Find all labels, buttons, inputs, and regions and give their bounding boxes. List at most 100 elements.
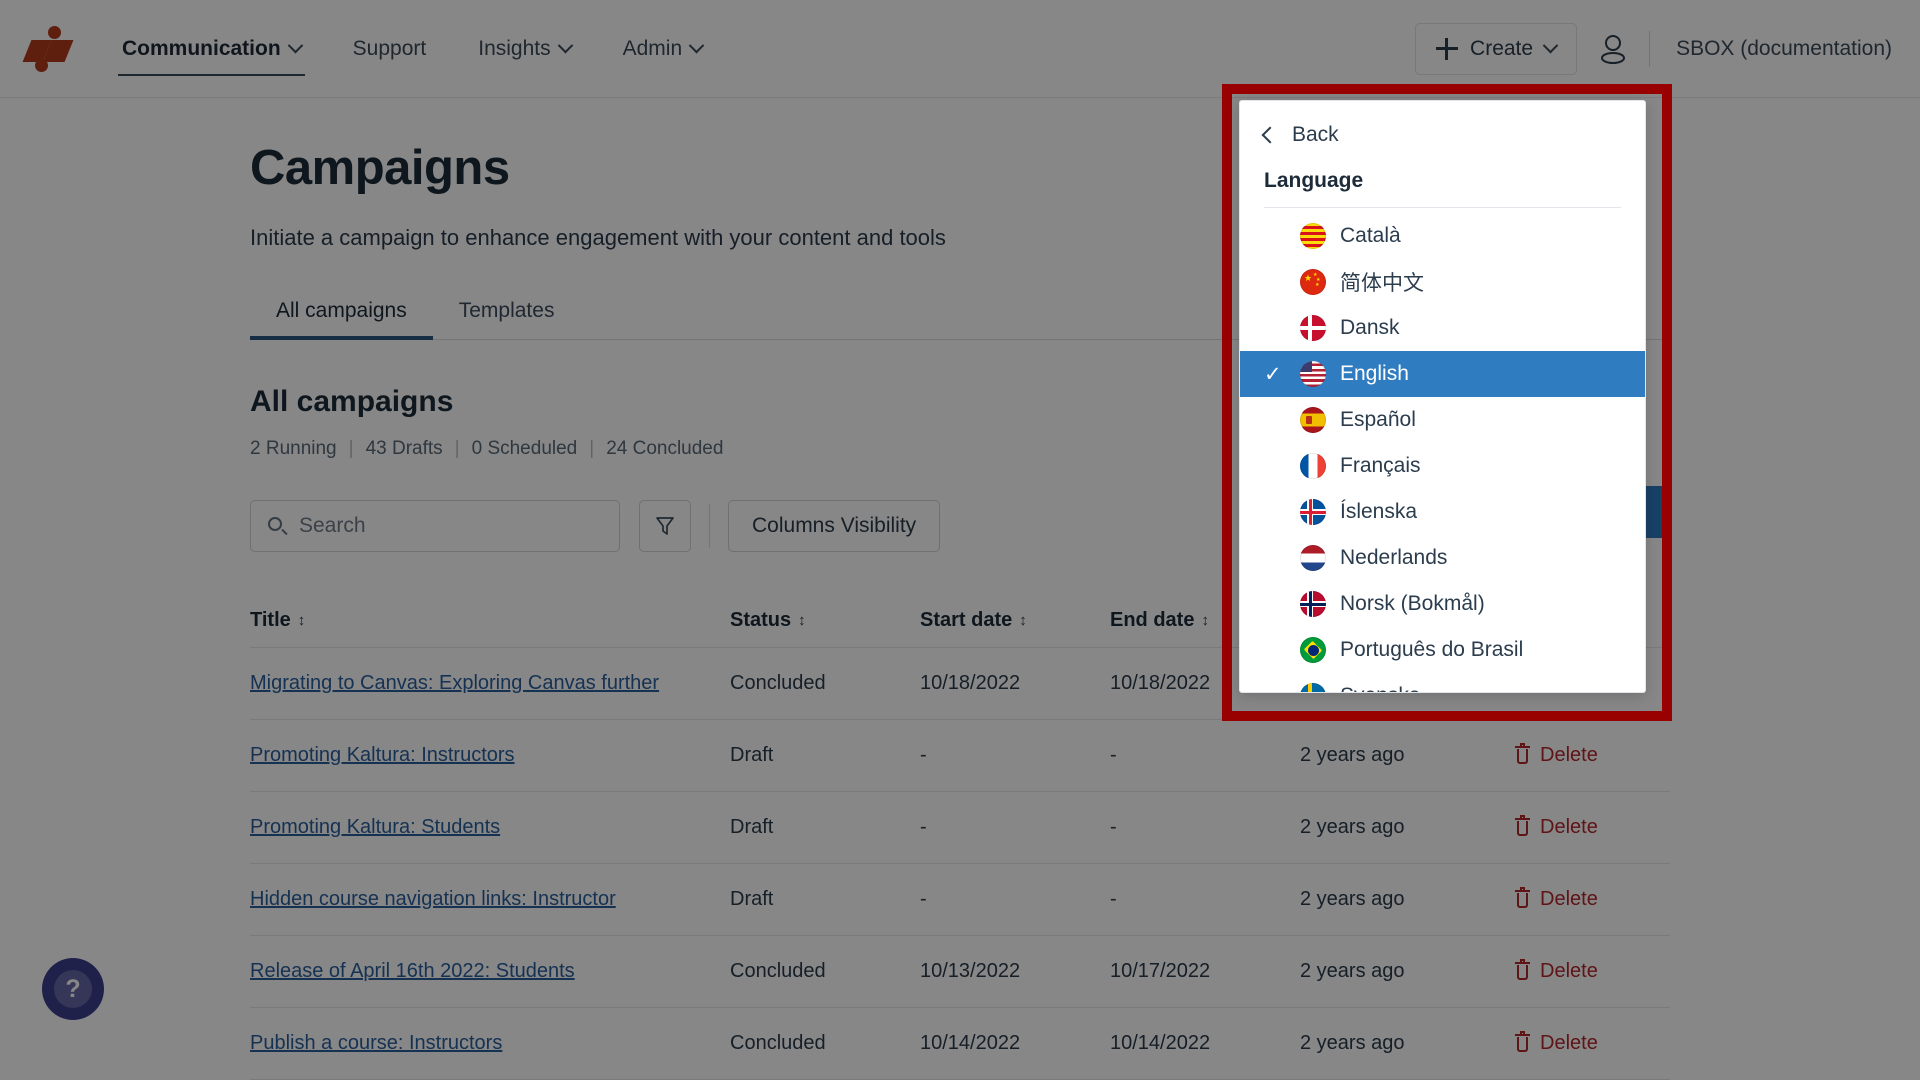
back-button[interactable]: Back bbox=[1240, 107, 1645, 163]
language-option-china[interactable]: ★ ★ ★ ★ 简体中文 bbox=[1240, 259, 1645, 305]
language-option-netherlands[interactable]: Nederlands bbox=[1240, 535, 1645, 581]
cell-end-date: - bbox=[1110, 744, 1117, 766]
cell-status: Draft bbox=[730, 816, 774, 838]
cell-actions: Delete bbox=[1515, 887, 1670, 911]
delete-button[interactable]: Delete bbox=[1515, 959, 1670, 983]
person-icon bbox=[1601, 34, 1626, 64]
language-option-label: Español bbox=[1340, 408, 1416, 431]
delete-button[interactable]: Delete bbox=[1515, 743, 1670, 767]
campaign-title-link[interactable]: Migrating to Canvas: Exploring Canvas fu… bbox=[250, 672, 659, 694]
count-separator: | bbox=[589, 438, 595, 459]
column-header-label: End date bbox=[1110, 609, 1195, 631]
language-option-label: Português do Brasil bbox=[1340, 638, 1524, 661]
trash-icon bbox=[1515, 1031, 1530, 1053]
status-count: 2 Running bbox=[250, 438, 337, 459]
sort-arrow-icon[interactable]: ↕ bbox=[1201, 613, 1209, 628]
campaign-title-link[interactable]: Hidden course navigation links: Instruct… bbox=[250, 888, 616, 910]
language-option-denmark[interactable]: Dansk bbox=[1240, 305, 1645, 351]
language-option-spain[interactable]: Español bbox=[1240, 397, 1645, 443]
cell-end-date: 10/14/2022 bbox=[1110, 1032, 1211, 1054]
search-field[interactable] bbox=[250, 500, 620, 552]
column-header-title[interactable]: Title ↕ bbox=[250, 609, 730, 632]
search-input[interactable] bbox=[299, 514, 602, 538]
trash-icon bbox=[1515, 959, 1530, 981]
search-icon bbox=[268, 516, 288, 536]
app-root: Communication Support Insights Admin Create… bbox=[0, 0, 1920, 1080]
table-row: Publish a course: Instructors Concluded 10… bbox=[250, 1008, 1670, 1080]
sort-arrow-icon[interactable]: ↕ bbox=[298, 613, 306, 628]
table-row: Release of April 16th 2022: Students Conc… bbox=[250, 936, 1670, 1008]
language-options-list: Català ★ ★ ★ ★ 简体中文 Dansk ✓ English Español França… bbox=[1240, 208, 1645, 692]
nav-item-label: Insights bbox=[478, 36, 551, 60]
cell-status: Draft bbox=[730, 744, 774, 766]
help-button[interactable]: ? bbox=[42, 958, 104, 1020]
column-header-label: Start date bbox=[920, 609, 1013, 631]
cell-title: Migrating to Canvas: Exploring Canvas fu… bbox=[250, 672, 730, 695]
cell-modified: 2 years ago bbox=[1300, 816, 1405, 838]
columns-visibility-button[interactable]: Columns Visibility bbox=[728, 500, 941, 552]
campaign-title-link[interactable]: Promoting Kaltura: Students bbox=[250, 816, 500, 838]
sort-arrow-icon[interactable]: ↕ bbox=[1019, 613, 1027, 628]
language-option-label: Nederlands bbox=[1340, 546, 1448, 569]
sort-arrow-icon[interactable]: ↕ bbox=[798, 613, 806, 628]
count-separator: | bbox=[454, 438, 460, 459]
campaign-title-link[interactable]: Publish a course: Instructors bbox=[250, 1032, 502, 1054]
trash-icon bbox=[1515, 743, 1530, 765]
language-option-france[interactable]: Français bbox=[1240, 443, 1645, 489]
delete-button-label: Delete bbox=[1540, 1032, 1598, 1054]
language-menu-popup: Back Language Català ★ ★ ★ ★ 简体中文 Dansk ✓ Englis… bbox=[1239, 100, 1646, 693]
nav-item-insights[interactable]: Insights bbox=[452, 0, 596, 98]
chevron-down-icon bbox=[1542, 37, 1559, 54]
nav-item-label: Admin bbox=[622, 36, 683, 60]
column-header-start-date[interactable]: Start date ↕ bbox=[920, 609, 1110, 632]
cell-actions: Delete bbox=[1515, 1031, 1670, 1055]
language-option-label: Svenska bbox=[1340, 684, 1421, 692]
cell-title: Promoting Kaltura: Instructors bbox=[250, 744, 730, 767]
delete-button[interactable]: Delete bbox=[1515, 1031, 1670, 1055]
delete-button[interactable]: Delete bbox=[1515, 815, 1670, 839]
cell-end-date: - bbox=[1110, 816, 1117, 838]
language-option-label: Dansk bbox=[1340, 316, 1400, 339]
trash-icon bbox=[1515, 815, 1530, 837]
campaign-title-link[interactable]: Release of April 16th 2022: Students bbox=[250, 960, 575, 982]
language-option-usa[interactable]: ✓ English bbox=[1240, 351, 1645, 397]
cell-actions: Delete bbox=[1515, 815, 1670, 839]
user-account-icon[interactable] bbox=[1577, 34, 1649, 64]
kaltura-logo[interactable] bbox=[0, 25, 96, 72]
language-option-label: 简体中文 bbox=[1340, 272, 1424, 295]
flag-france-icon bbox=[1300, 453, 1326, 479]
nav-item-admin[interactable]: Admin bbox=[597, 0, 729, 98]
create-button[interactable]: Create bbox=[1415, 22, 1578, 75]
cell-start-date: 10/14/2022 bbox=[920, 1032, 1021, 1054]
status-count: 0 Scheduled bbox=[471, 438, 578, 459]
table-row: Promoting Kaltura: Students Draft - - 2 year… bbox=[250, 792, 1670, 864]
column-header-status[interactable]: Status ↕ bbox=[730, 609, 920, 632]
account-name-label: SBOX (documentation) bbox=[1676, 36, 1892, 60]
nav-item-support[interactable]: Support bbox=[327, 0, 453, 98]
flag-catalonia-icon bbox=[1300, 223, 1326, 249]
delete-button[interactable]: Delete bbox=[1515, 887, 1670, 911]
count-separator: | bbox=[348, 438, 354, 459]
language-option-iceland[interactable]: Íslenska bbox=[1240, 489, 1645, 535]
language-option-brazil[interactable]: Português do Brasil bbox=[1240, 627, 1645, 673]
cell-end-date: 10/17/2022 bbox=[1110, 960, 1211, 982]
tab-all-campaigns[interactable]: All campaigns bbox=[250, 299, 433, 340]
nav-item-communication[interactable]: Communication bbox=[96, 0, 327, 98]
nav-item-label: Communication bbox=[122, 36, 281, 60]
tab-templates[interactable]: Templates bbox=[433, 299, 581, 340]
cell-start-date: 10/18/2022 bbox=[920, 672, 1021, 694]
delete-button-label: Delete bbox=[1540, 816, 1598, 838]
filter-button[interactable] bbox=[639, 500, 691, 552]
language-option-sweden[interactable]: Svenska bbox=[1240, 673, 1645, 692]
language-option-catalonia[interactable]: Català bbox=[1240, 213, 1645, 259]
back-button-label: Back bbox=[1292, 123, 1339, 146]
language-option-label: Français bbox=[1340, 454, 1421, 477]
cell-title: Release of April 16th 2022: Students bbox=[250, 960, 730, 983]
campaign-title-link[interactable]: Promoting Kaltura: Instructors bbox=[250, 744, 515, 766]
flag-brazil-icon bbox=[1300, 637, 1326, 663]
cell-status: Concluded bbox=[730, 672, 826, 694]
language-option-label: Íslenska bbox=[1340, 500, 1418, 523]
cell-actions: Delete bbox=[1515, 743, 1670, 767]
language-option-norway[interactable]: Norsk (Bokmål) bbox=[1240, 581, 1645, 627]
cell-modified: 2 years ago bbox=[1300, 1032, 1405, 1054]
